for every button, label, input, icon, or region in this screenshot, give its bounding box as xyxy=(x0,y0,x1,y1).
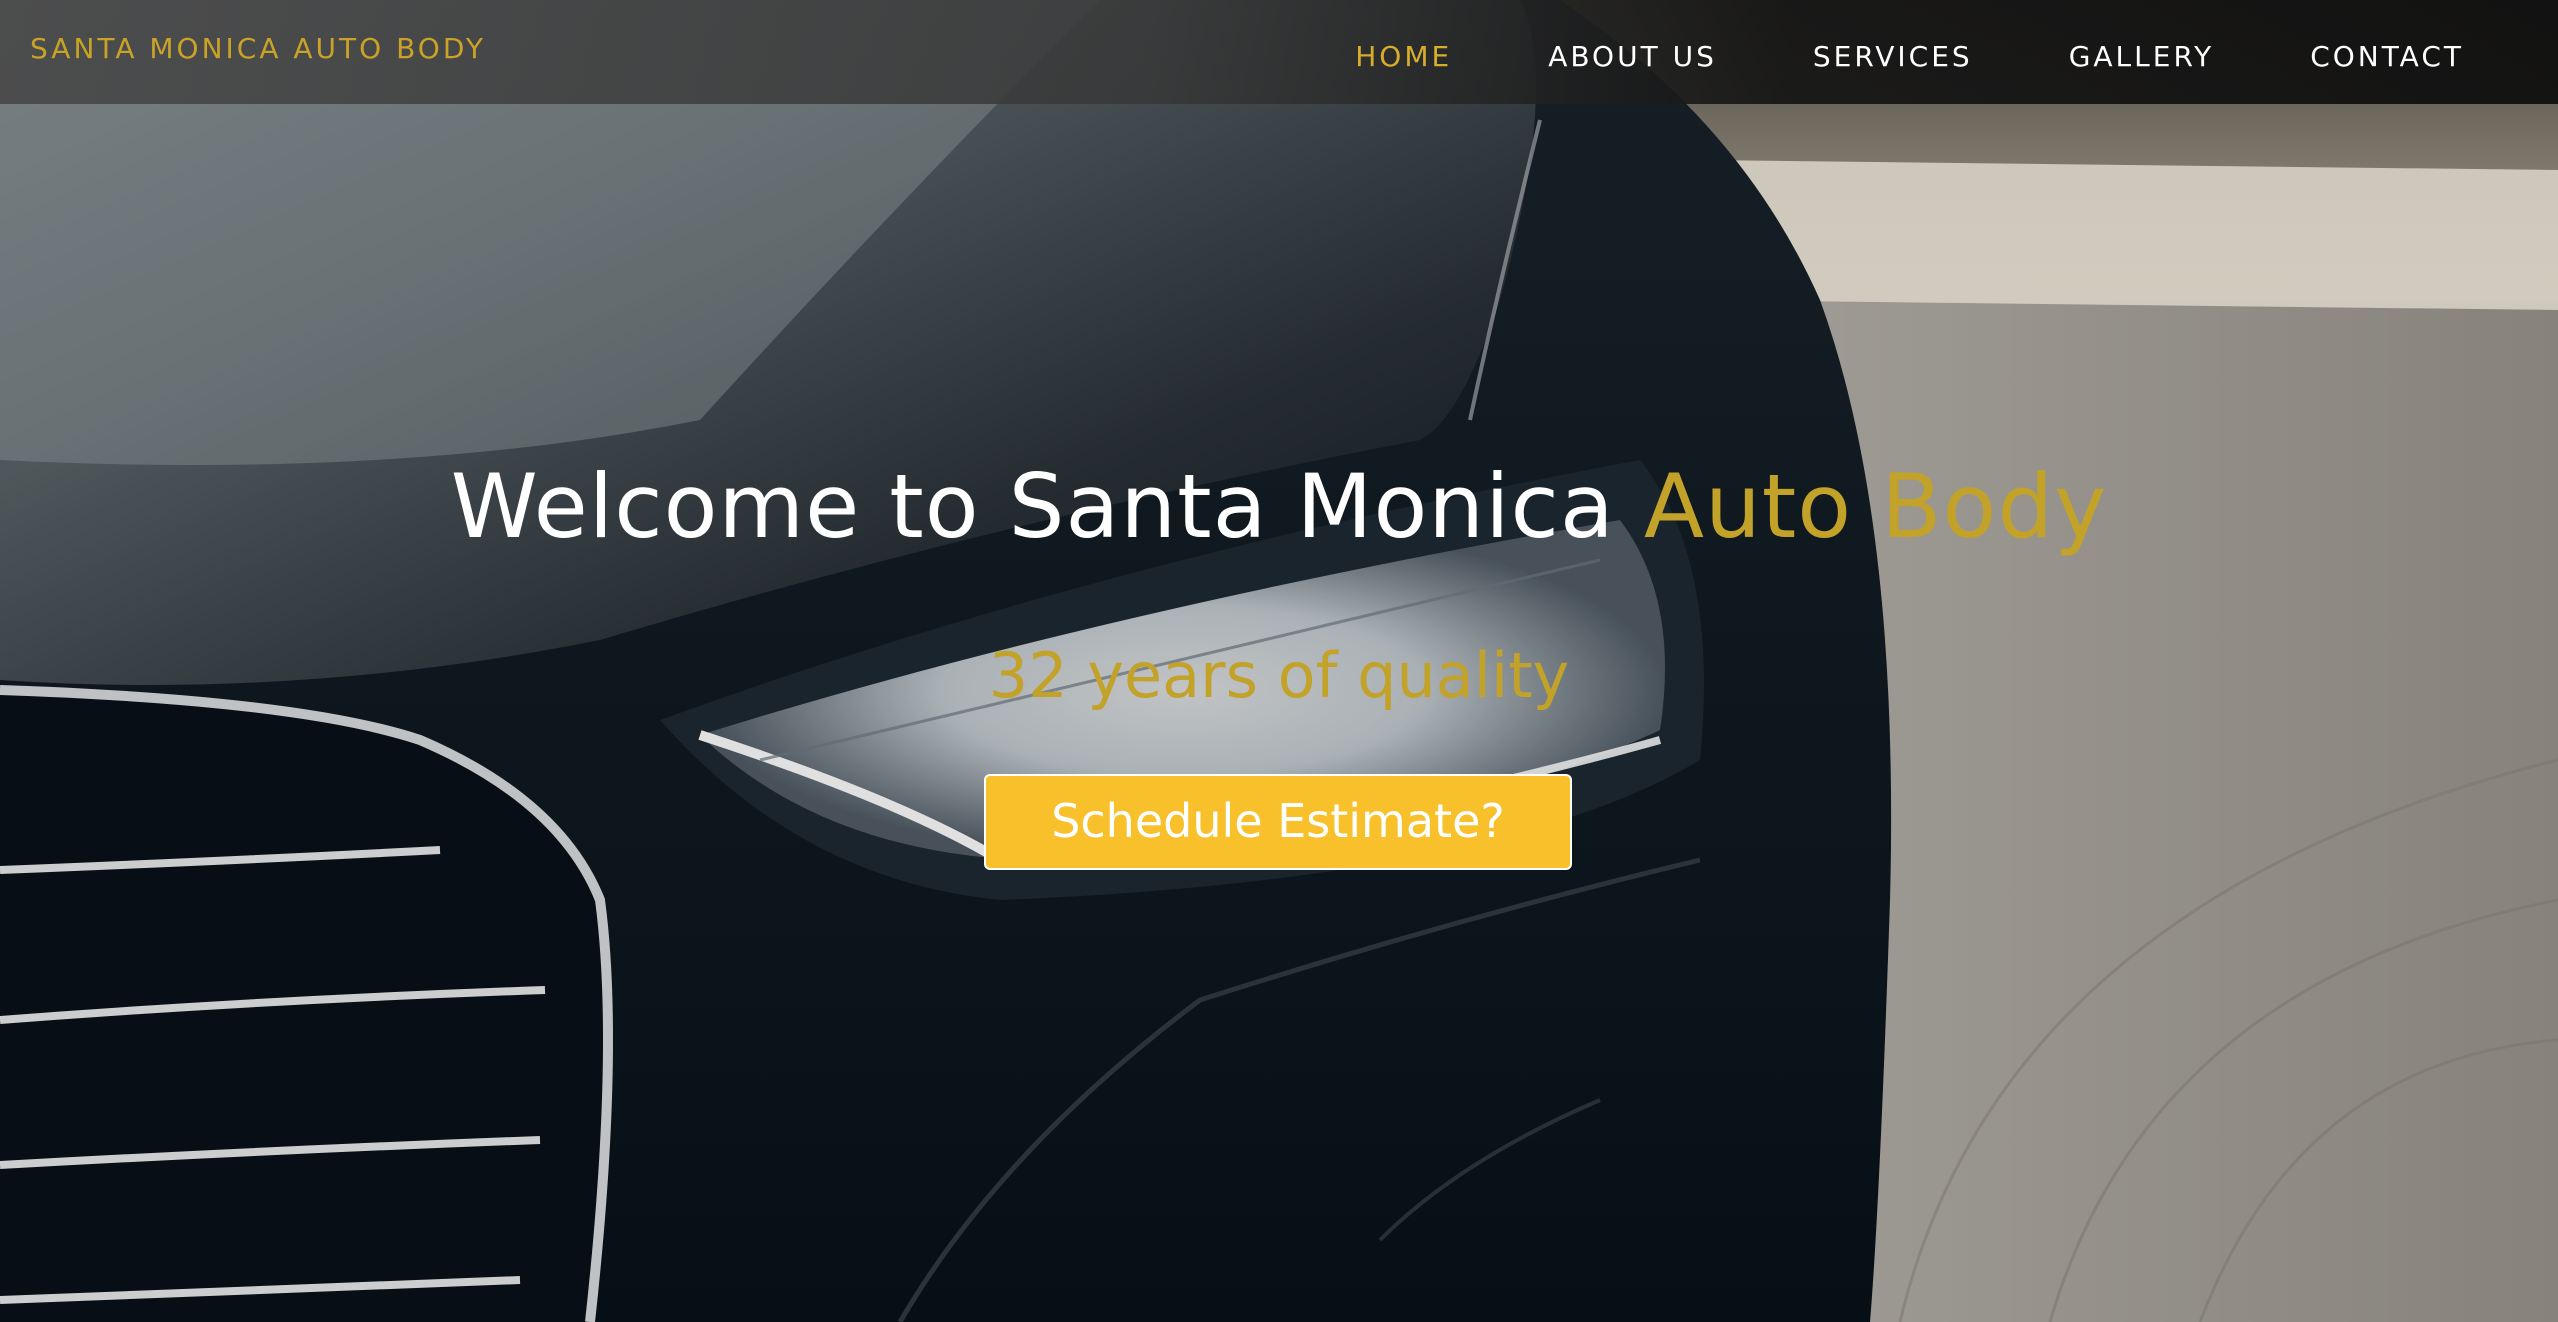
hero-title-main: Welcome to Santa Monica xyxy=(450,455,1644,558)
top-nav-bar: SANTA MONICA AUTO BODY HOME ABOUT US SER… xyxy=(0,0,2558,104)
nav-about-us-link[interactable]: ABOUT US xyxy=(1548,40,1717,76)
nav-home-link[interactable]: HOME xyxy=(1355,40,1452,76)
schedule-estimate-button[interactable]: Schedule Estimate? xyxy=(984,774,1572,870)
hero-title-accent: Auto Body xyxy=(1643,455,2108,558)
hero-subtitle: 32 years of quality xyxy=(988,639,1570,712)
hero-title: Welcome to Santa Monica Auto Body xyxy=(0,452,2558,562)
main-nav: HOME ABOUT US SERVICES GALLERY CONTACT xyxy=(1259,40,2464,76)
nav-contact-link[interactable]: CONTACT xyxy=(2310,40,2464,76)
nav-services-link[interactable]: SERVICES xyxy=(1813,40,1973,76)
brand-logo-text[interactable]: SANTA MONICA AUTO BODY xyxy=(30,32,486,65)
nav-gallery-link[interactable]: GALLERY xyxy=(2069,40,2215,76)
page: SANTA MONICA AUTO BODY HOME ABOUT US SER… xyxy=(0,0,2558,1322)
